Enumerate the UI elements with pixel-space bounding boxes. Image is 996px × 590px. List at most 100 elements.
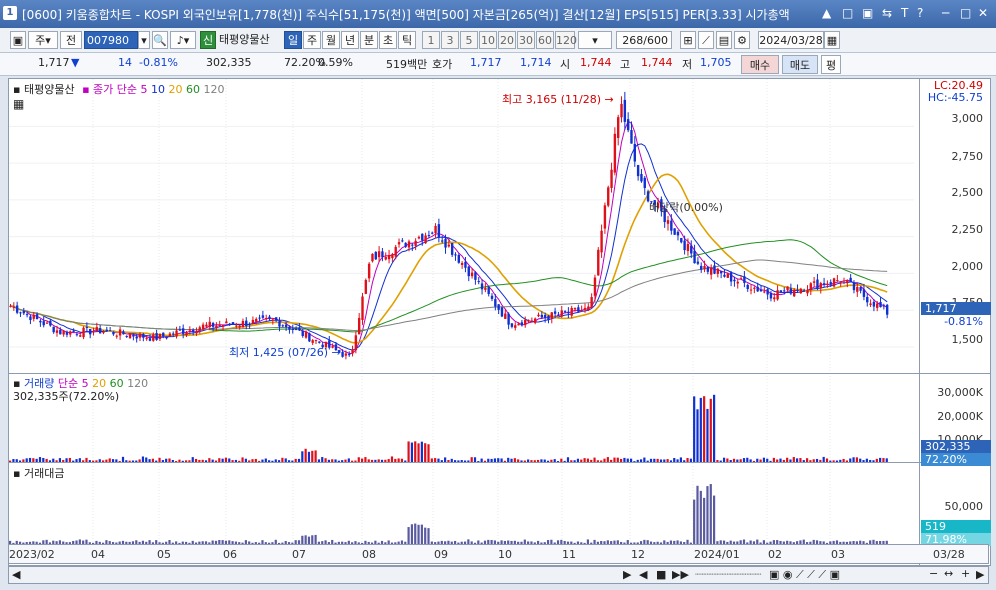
draw-icon[interactable]: ⟋ <box>698 31 714 49</box>
tab-tick[interactable]: 틱 <box>398 31 416 49</box>
fast-forward-icon[interactable]: ▶▶ <box>672 568 689 581</box>
candle-body <box>424 235 427 244</box>
maximize-icon[interactable]: □ <box>960 6 971 20</box>
vol-ma-120: 120 <box>127 377 149 390</box>
interval-1[interactable]: 1 <box>422 31 440 49</box>
candle-body <box>470 272 474 277</box>
candle-body <box>514 325 517 328</box>
amount-bar <box>709 484 712 544</box>
calendar-icon[interactable]: ▦ <box>824 31 840 49</box>
amount-bar <box>706 486 709 544</box>
play-back-icon[interactable]: ▶ <box>623 568 631 581</box>
candle-body <box>839 282 842 284</box>
candle-body <box>301 330 304 336</box>
interval-120[interactable]: 120 <box>555 31 577 49</box>
candle-body <box>726 273 729 278</box>
zoom-reset-icon[interactable]: ↔ <box>944 567 953 580</box>
tab-month[interactable]: 월 <box>322 31 340 49</box>
interval-20[interactable]: 20 <box>498 31 516 49</box>
interval-5[interactable]: 5 <box>460 31 478 49</box>
stop-icon[interactable]: ■ <box>656 568 666 581</box>
candle-body <box>437 224 441 238</box>
tab-second[interactable]: 초 <box>379 31 397 49</box>
swap-icon[interactable]: ⇆ <box>882 6 892 20</box>
market-select[interactable]: 주▾ <box>28 31 58 49</box>
amount-bar <box>410 524 414 544</box>
x-label: 04 <box>91 548 105 561</box>
date-input[interactable]: 2024/03/28 <box>758 31 824 49</box>
chart-area[interactable]: ▪ 태평양물산 ▪ 종가 단순 5 10 20 60 120 ▦ 최고 3,16… <box>8 78 991 566</box>
candle-body <box>846 280 849 283</box>
window-link-icon[interactable]: ▣ <box>862 6 873 20</box>
candle-body <box>225 321 228 324</box>
candle-body <box>318 341 321 343</box>
tab-year[interactable]: 년 <box>341 31 359 49</box>
pin-icon[interactable]: ▲ <box>822 6 831 20</box>
indicator-icon[interactable]: ⊞ <box>680 31 696 49</box>
eval-button[interactable]: 평 <box>821 55 841 74</box>
x-label: 2024/01 <box>694 548 740 561</box>
high-annotation: 최고 3,165 (11/28) → <box>502 91 614 107</box>
x-label: 05 <box>157 548 171 561</box>
sound-icon[interactable]: ♪▾ <box>170 31 196 49</box>
scroll-right-icon[interactable]: ▶ <box>976 568 984 581</box>
font-icon[interactable]: T <box>901 6 908 20</box>
candle-body <box>497 304 500 310</box>
candle-body <box>255 318 258 322</box>
play-icon[interactable]: ◀ <box>639 568 647 581</box>
market-label: 주 <box>35 34 46 47</box>
y-tick-2250: 2,250 <box>951 223 984 236</box>
pane-divider[interactable] <box>9 373 990 374</box>
stock-code-input[interactable]: 007980 <box>84 31 138 49</box>
candle-body <box>806 289 809 294</box>
zoom-out-icon[interactable]: − <box>929 567 938 580</box>
interval-dropdown[interactable]: ▾ <box>578 31 612 49</box>
zoom-slider[interactable]: ┈┈┈┈┈┈┈┈┈┈ <box>695 568 761 581</box>
candle-body <box>351 349 354 354</box>
pane-divider[interactable] <box>9 462 990 463</box>
scroll-left-icon[interactable]: ◀ <box>12 568 20 581</box>
save-icon[interactable]: ▤ <box>716 31 732 49</box>
search-icon[interactable]: 🔍 <box>152 31 168 49</box>
tab-minute[interactable]: 분 <box>360 31 378 49</box>
zoom-in-icon[interactable]: + <box>961 567 970 580</box>
candle-body <box>856 287 859 292</box>
candle-body <box>251 319 255 324</box>
tab-day[interactable]: 일 <box>284 31 302 49</box>
y-tick-1500: 1,500 <box>951 333 984 346</box>
window-restore-icon[interactable]: □ <box>842 6 853 20</box>
interval-60[interactable]: 60 <box>536 31 554 49</box>
interval-10[interactable]: 10 <box>479 31 497 49</box>
tool-icons[interactable]: ▣ ◉ ⟋ ⟋ ⟋ ▣ <box>769 568 840 582</box>
settings-icon[interactable]: ⚙ <box>734 31 750 49</box>
interval-3[interactable]: 3 <box>441 31 459 49</box>
code-dropdown-icon[interactable]: ▾ <box>138 31 150 49</box>
layout-icon[interactable]: ▣ <box>10 31 26 49</box>
candle-body <box>547 315 550 320</box>
prev-button[interactable]: 전 <box>60 31 82 49</box>
help-icon[interactable]: ? <box>917 6 923 20</box>
tab-week[interactable]: 주 <box>303 31 321 49</box>
buy-button[interactable]: 매수 <box>741 55 779 74</box>
sell-button[interactable]: 매도 <box>782 55 818 74</box>
interval-30[interactable]: 30 <box>517 31 535 49</box>
candle-body <box>92 331 95 333</box>
candle-body <box>108 330 112 332</box>
candle-body <box>132 334 135 337</box>
data-count-field[interactable]: 268/600 <box>616 31 672 49</box>
price-legend: ▪ 태평양물산 ▪ 종가 단순 5 10 20 60 120 <box>13 83 225 96</box>
volume-box: 302,335 <box>921 440 991 453</box>
minimize-icon[interactable]: ─ <box>942 6 949 20</box>
close-icon[interactable]: ✕ <box>978 6 988 20</box>
candle-body <box>524 319 527 326</box>
candle-body <box>218 324 221 327</box>
table-icon[interactable]: ▦ <box>13 97 24 111</box>
candle-body <box>553 311 557 314</box>
y-axis[interactable]: LC:20.49 HC:-45.75 3,000 2,750 2,500 2,2… <box>919 79 991 565</box>
ma-120: 120 <box>203 83 225 96</box>
chart-scrollbar[interactable]: ◀ ▶ ◀ ■ ▶▶ ┈┈┈┈┈┈┈┈┈┈ ▣ ◉ ⟋ ⟋ ⟋ ▣ − ↔ + … <box>8 566 989 584</box>
candle-body <box>680 238 683 243</box>
candle-body <box>876 303 879 308</box>
candle-body <box>427 234 431 236</box>
candle-body <box>241 320 245 328</box>
